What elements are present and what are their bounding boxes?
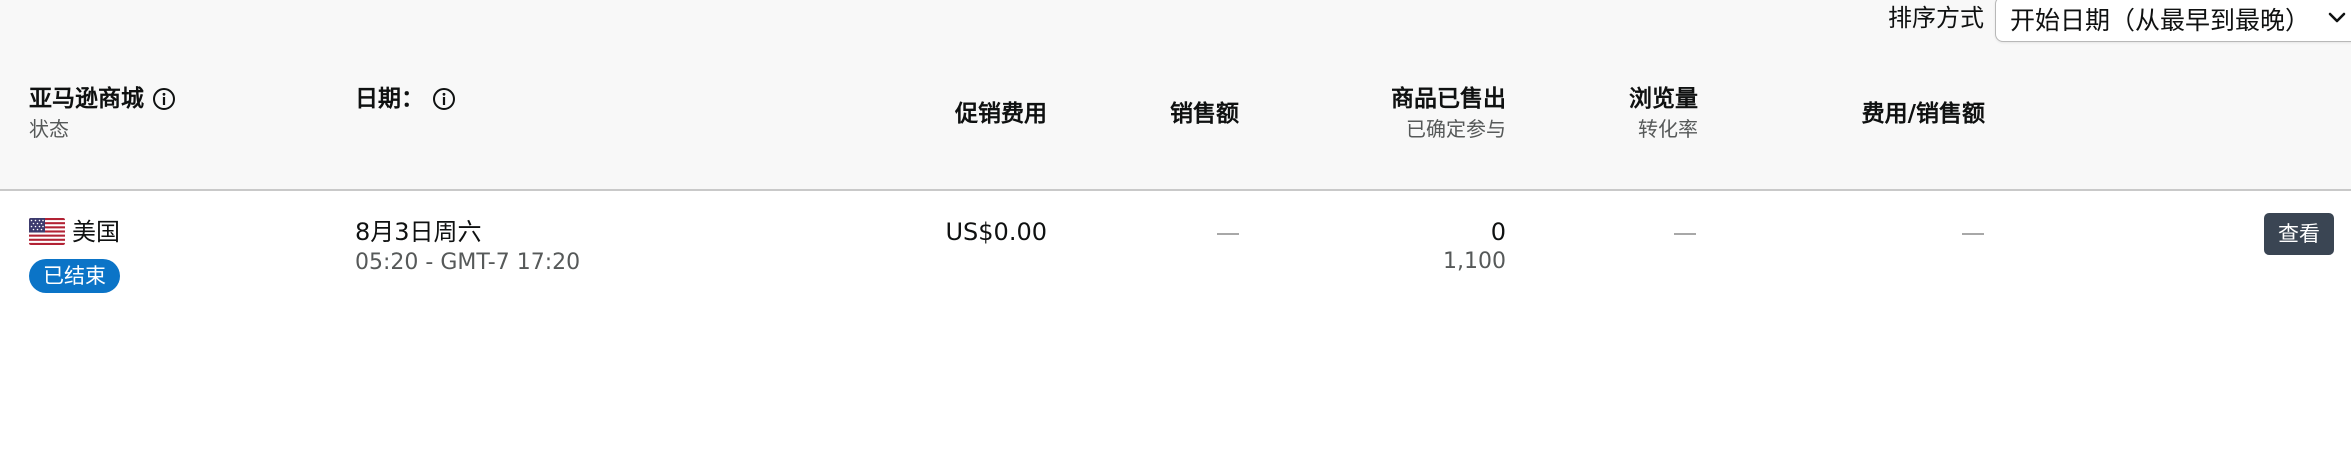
us-flag-icon [29,218,65,245]
column-header-marketplace: 亚马逊商城 [29,86,144,112]
table-header: 排序方式 开始日期（从最早到最晚） 亚马逊商城 状态 日期： 促销费用 销售额 … [0,0,2351,191]
info-icon[interactable] [432,87,456,111]
sort-selected-value: 开始日期（从最早到最晚） [2010,6,2311,35]
marketplace-name: 美国 [72,218,120,246]
view-button[interactable]: 查看 [2264,213,2334,255]
column-header-page-views: 浏览量 [1629,86,1698,112]
promotion-time-range: 05:20 - GMT-7 17:20 [355,250,581,275]
column-subheader-status: 状态 [29,117,69,141]
sort-dropdown[interactable]: 开始日期（从最早到最晚） [1995,0,2351,42]
units-sold-value: 0 [1490,218,1506,246]
column-header-promo-fee: 促销费用 [955,101,1047,127]
column-subheader-committed: 已确定参与 [1406,117,1506,141]
column-subheader-conversion-rate: 转化率 [1638,117,1698,141]
promo-fee-value: US$0.00 [945,218,1047,246]
column-header-sales: 销售额 [1170,101,1239,127]
committed-units-value: 1,100 [1443,249,1506,274]
column-header-fee-to-sales: 费用/销售额 [1861,101,1985,127]
chevron-down-icon [2328,12,2346,23]
column-header-units-sold: 商品已售出 [1391,86,1506,112]
promotion-date: 8月3日周六 [355,218,482,246]
sort-label: 排序方式 [1888,4,1984,32]
fee-to-sales-empty-dash [1962,233,1984,235]
page-views-empty-dash [1674,233,1696,235]
info-icon[interactable] [152,87,176,111]
sales-empty-dash [1217,233,1239,235]
status-badge: 已结束 [29,259,120,293]
column-header-date: 日期： [355,86,424,112]
